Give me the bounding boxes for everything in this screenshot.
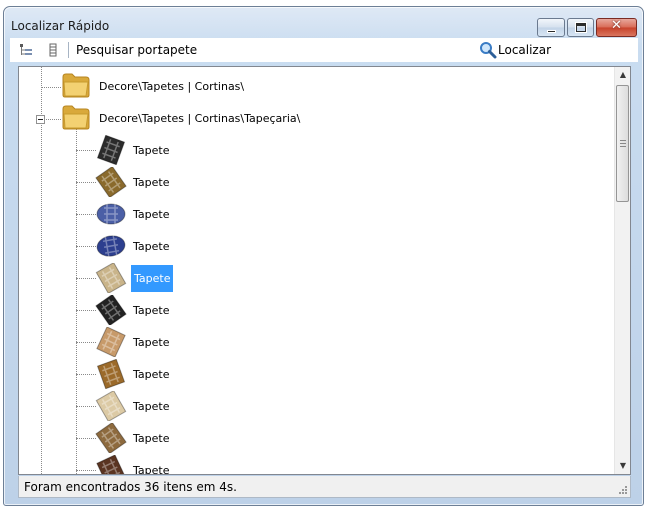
- scroll-thumb[interactable]: [616, 85, 629, 202]
- rug-item[interactable]: Tapete: [95, 295, 235, 327]
- rug-item[interactable]: Tapete: [95, 231, 235, 263]
- minimize-icon: [547, 30, 556, 33]
- tree-root-line: [41, 67, 42, 474]
- tree-connector: [76, 214, 96, 215]
- tree-connector: [46, 119, 61, 120]
- rug-item-label: Tapete: [133, 368, 170, 381]
- dark-brown-rug-thumb: [96, 455, 126, 474]
- toolbar: Pesquisar por: Localizar: [10, 38, 638, 62]
- search-label: Pesquisar por:: [76, 43, 162, 57]
- rug-item[interactable]: Tapete: [95, 199, 235, 231]
- tree-connector: [76, 438, 96, 439]
- status-bar: Foram encontrados 36 itens em 4s.: [18, 476, 631, 498]
- minimize-button[interactable]: [537, 18, 565, 37]
- tree-connector: [76, 278, 96, 279]
- collapse-toggle[interactable]: [36, 115, 45, 124]
- rug-item-label: Tapete: [133, 208, 170, 221]
- rug-item[interactable]: Tapete: [95, 359, 235, 391]
- find-button[interactable]: Localizar: [477, 40, 567, 60]
- rug-item[interactable]: Tapete: [95, 327, 235, 359]
- rug-item[interactable]: Tapete: [95, 167, 235, 199]
- column-view-icon[interactable]: [46, 43, 60, 57]
- search-input[interactable]: [158, 41, 468, 59]
- rug-item-label: Tapete: [133, 400, 170, 413]
- find-button-label: Localizar: [498, 43, 552, 57]
- rug-item-label: Tapete: [131, 265, 174, 292]
- title-bar[interactable]: Localizar Rápido ✕: [4, 7, 643, 37]
- tree-connector: [76, 374, 96, 375]
- brown-rug-thumb: [95, 423, 127, 453]
- tree-connector: [76, 246, 96, 247]
- blue-pattern-round-rug-thumb: [96, 203, 126, 225]
- close-button[interactable]: ✕: [596, 18, 637, 37]
- vertical-scrollbar[interactable]: ▲ ▼: [614, 67, 630, 474]
- folder-label: Decore\Tapetes | Cortinas\Tapeçaria\: [99, 112, 301, 125]
- tree-connector: [76, 150, 96, 151]
- folder-label: Decore\Tapetes | Cortinas\: [99, 80, 245, 93]
- scroll-down-icon[interactable]: ▼: [615, 458, 630, 474]
- folder-node[interactable]: Decore\Tapetes | Cortinas\Tapeçaria\: [61, 103, 461, 135]
- rug-item-label: Tapete: [133, 304, 170, 317]
- animal-hide-rug-thumb: [96, 359, 126, 389]
- tree-connector: [76, 470, 96, 471]
- rug-item-label: Tapete: [133, 176, 170, 189]
- maximize-icon: [576, 23, 586, 32]
- cream-rug-thumb: [95, 391, 127, 421]
- rug-item-label: Tapete: [133, 432, 170, 445]
- rug-item[interactable]: Tapete: [95, 455, 235, 474]
- rug-item-label: Tapete: [133, 464, 170, 474]
- zebra-rug-thumb: [96, 135, 126, 165]
- window-title: Localizar Rápido: [11, 19, 110, 33]
- tree-connector: [76, 310, 96, 311]
- tree-connector: [76, 342, 96, 343]
- tree-content: Decore\Tapetes | Cortinas\ Decore\Tapete…: [19, 67, 615, 474]
- grip-icon: [620, 140, 626, 147]
- beige-rug-thumb: [95, 263, 127, 293]
- status-text: Foram encontrados 36 itens em 4s.: [24, 480, 237, 494]
- quick-find-window: Localizar Rápido ✕ Pesquisar por: tapete…: [3, 6, 644, 506]
- tree-view-icon[interactable]: [19, 43, 33, 57]
- maximize-button[interactable]: [567, 18, 594, 37]
- rug-item[interactable]: Tapete: [95, 423, 235, 455]
- scroll-up-icon[interactable]: ▲: [615, 67, 630, 83]
- tree-connector: [41, 87, 61, 88]
- results-tree[interactable]: Decore\Tapetes | Cortinas\ Decore\Tapete…: [18, 66, 631, 475]
- leopard-rug-thumb: [95, 167, 127, 197]
- tan-rug-thumb: [96, 327, 126, 357]
- tree-branch-line: [76, 120, 77, 474]
- rug-item[interactable]: Tapete: [95, 135, 235, 167]
- resize-grip-icon[interactable]: [617, 484, 627, 494]
- rug-item[interactable]: Tapete: [95, 391, 235, 423]
- rug-item-label: Tapete: [133, 144, 170, 157]
- folder-node[interactable]: Decore\Tapetes | Cortinas\: [61, 71, 461, 103]
- rug-item[interactable]: Tapete: [95, 263, 235, 295]
- folder-icon: [62, 105, 90, 130]
- tree-connector: [76, 182, 96, 183]
- black-pattern-rug-thumb: [95, 295, 127, 325]
- tree-connector: [76, 406, 96, 407]
- close-icon: ✕: [611, 18, 622, 33]
- rug-item-label: Tapete: [133, 240, 170, 253]
- toolbar-separator: [68, 42, 69, 58]
- magnifier-icon: [480, 42, 497, 59]
- rug-item-label: Tapete: [133, 336, 170, 349]
- blue-round-rug-thumb: [96, 235, 126, 257]
- folder-icon: [62, 73, 90, 98]
